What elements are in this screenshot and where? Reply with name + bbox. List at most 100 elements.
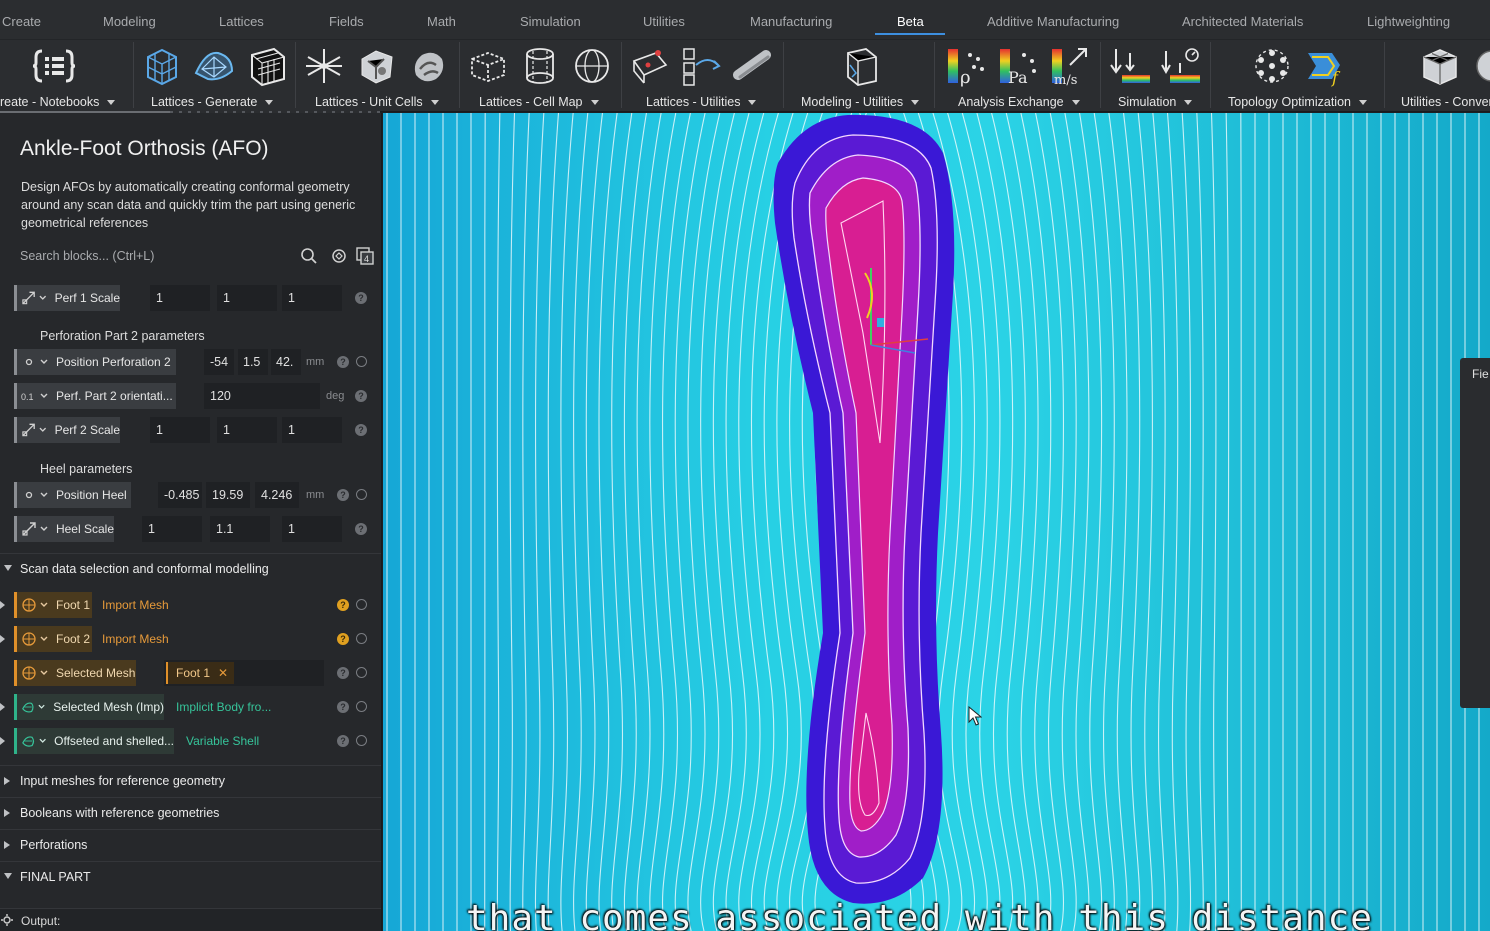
3d-viewport[interactable]: [383, 113, 1490, 931]
scale-y-field[interactable]: 1: [217, 285, 277, 311]
chevron-right-icon[interactable]: [0, 703, 5, 711]
output-port-icon[interactable]: [356, 599, 367, 610]
refresh-icon[interactable]: [330, 247, 348, 265]
search-icon[interactable]: [300, 247, 318, 265]
implicit-body-link[interactable]: Implicit Body fro...: [176, 694, 271, 720]
import-mesh-link[interactable]: Import Mesh: [102, 592, 169, 618]
chevron-down-icon[interactable]: [40, 392, 48, 400]
chevron-right-icon[interactable]: [0, 635, 5, 643]
scale-z-field[interactable]: 1: [282, 516, 342, 542]
selected-mesh-block[interactable]: Selected Mesh: [14, 660, 136, 686]
position-heel-block[interactable]: Position Heel: [14, 482, 131, 508]
output-port-icon[interactable]: [356, 735, 367, 746]
group-lattices-cell-map[interactable]: Lattices - Cell Map: [479, 95, 599, 109]
chevron-down-icon[interactable]: [38, 703, 45, 711]
output-port-icon[interactable]: [356, 633, 367, 644]
help-icon[interactable]: ?: [337, 735, 349, 747]
scale-y-field[interactable]: 1: [217, 417, 277, 443]
tab-math[interactable]: Math: [427, 14, 456, 29]
help-icon[interactable]: ?: [337, 489, 349, 501]
lattice-point-icon[interactable]: [628, 45, 672, 87]
notebook-icon[interactable]: [32, 45, 76, 87]
lattice-cube-icon[interactable]: [140, 45, 184, 87]
scale-y-field[interactable]: 1.1: [210, 516, 270, 542]
position-x-field[interactable]: -54: [204, 349, 234, 375]
group-create-notebooks[interactable]: reate - Notebooks: [0, 95, 116, 109]
help-icon[interactable]: ?: [355, 523, 367, 535]
output-port-icon[interactable]: [356, 667, 367, 678]
output-port-icon[interactable]: [356, 489, 367, 500]
chevron-down-icon[interactable]: [39, 426, 47, 434]
chevron-down-icon[interactable]: [40, 669, 48, 677]
tab-create[interactable]: Create: [2, 14, 41, 29]
tab-additive-manufacturing[interactable]: Additive Manufacturing: [987, 14, 1119, 29]
group-modeling-utilities[interactable]: Modeling - Utilities: [801, 95, 920, 109]
chevron-right-icon[interactable]: [0, 601, 5, 609]
topology-function-icon[interactable]: f: [1302, 45, 1346, 87]
position-z-field[interactable]: 4.246: [255, 482, 299, 508]
group-utilities-convert[interactable]: Utilities - Conver: [1401, 95, 1490, 109]
import-mesh-link[interactable]: Import Mesh: [102, 626, 169, 652]
position-y-field[interactable]: 1.5: [238, 349, 268, 375]
tab-lightweighting[interactable]: Lightweighting: [1367, 14, 1450, 29]
group-lattices-generate[interactable]: Lattices - Generate: [151, 95, 274, 109]
position-z-field[interactable]: 42.: [271, 349, 301, 375]
section-final-part[interactable]: FINAL PART: [0, 861, 381, 891]
tab-simulation[interactable]: Simulation: [520, 14, 581, 29]
chevron-down-icon[interactable]: [39, 737, 46, 745]
convert-sphere-icon[interactable]: [1470, 45, 1490, 87]
selected-mesh-imp-block[interactable]: Selected Mesh (Imp): [14, 694, 164, 720]
chevron-down-icon[interactable]: [40, 358, 48, 366]
search-input[interactable]: [12, 243, 292, 269]
help-icon[interactable]: ?: [355, 390, 367, 402]
lattice-strut-icon[interactable]: [732, 45, 776, 87]
volume-lattice-icon[interactable]: [244, 45, 288, 87]
tab-architected-materials[interactable]: Architected Materials: [1182, 14, 1303, 29]
scale-x-field[interactable]: 1: [150, 285, 210, 311]
offset-shelled-block[interactable]: Offseted and shelled...: [14, 728, 174, 754]
chevron-down-icon[interactable]: [39, 294, 47, 302]
group-lattices-utilities[interactable]: Lattices - Utilities: [646, 95, 757, 109]
cell-map-sphere-icon[interactable]: [570, 45, 614, 87]
position-y-field[interactable]: 19.59: [206, 482, 250, 508]
help-icon[interactable]: ?: [337, 633, 349, 645]
section-perforations[interactable]: Perforations: [0, 829, 381, 859]
chevron-right-icon[interactable]: [0, 737, 5, 745]
help-icon[interactable]: ?: [355, 292, 367, 304]
unit-cell-star-icon[interactable]: [302, 45, 346, 87]
tab-fields[interactable]: Fields: [329, 14, 364, 29]
tab-beta[interactable]: Beta: [897, 14, 924, 29]
help-icon[interactable]: ?: [337, 701, 349, 713]
foot2-block[interactable]: Foot 2: [14, 626, 92, 652]
cell-map-cube-icon[interactable]: [466, 45, 510, 87]
perf1-scale-block[interactable]: Perf 1 Scale: [14, 285, 120, 311]
perf2-orientation-block[interactable]: 0.1 Perf. Part 2 orientati...: [14, 383, 176, 409]
cell-map-cylinder-icon[interactable]: [518, 45, 562, 87]
unit-cell-organic-icon[interactable]: [406, 45, 450, 87]
selected-mesh-chip[interactable]: Foot 1 ✕: [166, 662, 234, 684]
surface-lattice-icon[interactable]: [192, 45, 236, 87]
unit-cell-block-icon[interactable]: [354, 45, 398, 87]
orientation-field[interactable]: 120: [204, 383, 320, 409]
modeling-utility-icon[interactable]: [840, 45, 884, 87]
convert-cube-icon[interactable]: [1418, 45, 1462, 87]
tab-modeling[interactable]: Modeling: [103, 14, 156, 29]
output-port-icon[interactable]: [356, 701, 367, 712]
gear-icon[interactable]: [1, 914, 13, 926]
simulation-load-icon[interactable]: [1108, 45, 1152, 87]
variable-shell-link[interactable]: Variable Shell: [186, 728, 259, 754]
group-topology-optimization[interactable]: Topology Optimization: [1228, 95, 1367, 109]
close-icon[interactable]: ✕: [218, 666, 228, 680]
help-icon[interactable]: ?: [337, 599, 349, 611]
scale-z-field[interactable]: 1: [282, 417, 342, 443]
scale-z-field[interactable]: 1: [282, 285, 342, 311]
chevron-down-icon[interactable]: [40, 491, 48, 499]
tab-manufacturing[interactable]: Manufacturing: [750, 14, 832, 29]
group-analysis-exchange[interactable]: Analysis Exchange: [958, 95, 1080, 109]
help-icon[interactable]: ?: [337, 356, 349, 368]
chevron-down-icon[interactable]: [40, 525, 48, 533]
simulation-result-icon[interactable]: [1160, 45, 1204, 87]
position-x-field[interactable]: -0.485: [158, 482, 202, 508]
section-booleans[interactable]: Booleans with reference geometries: [0, 797, 381, 827]
group-simulation[interactable]: Simulation: [1118, 95, 1193, 109]
